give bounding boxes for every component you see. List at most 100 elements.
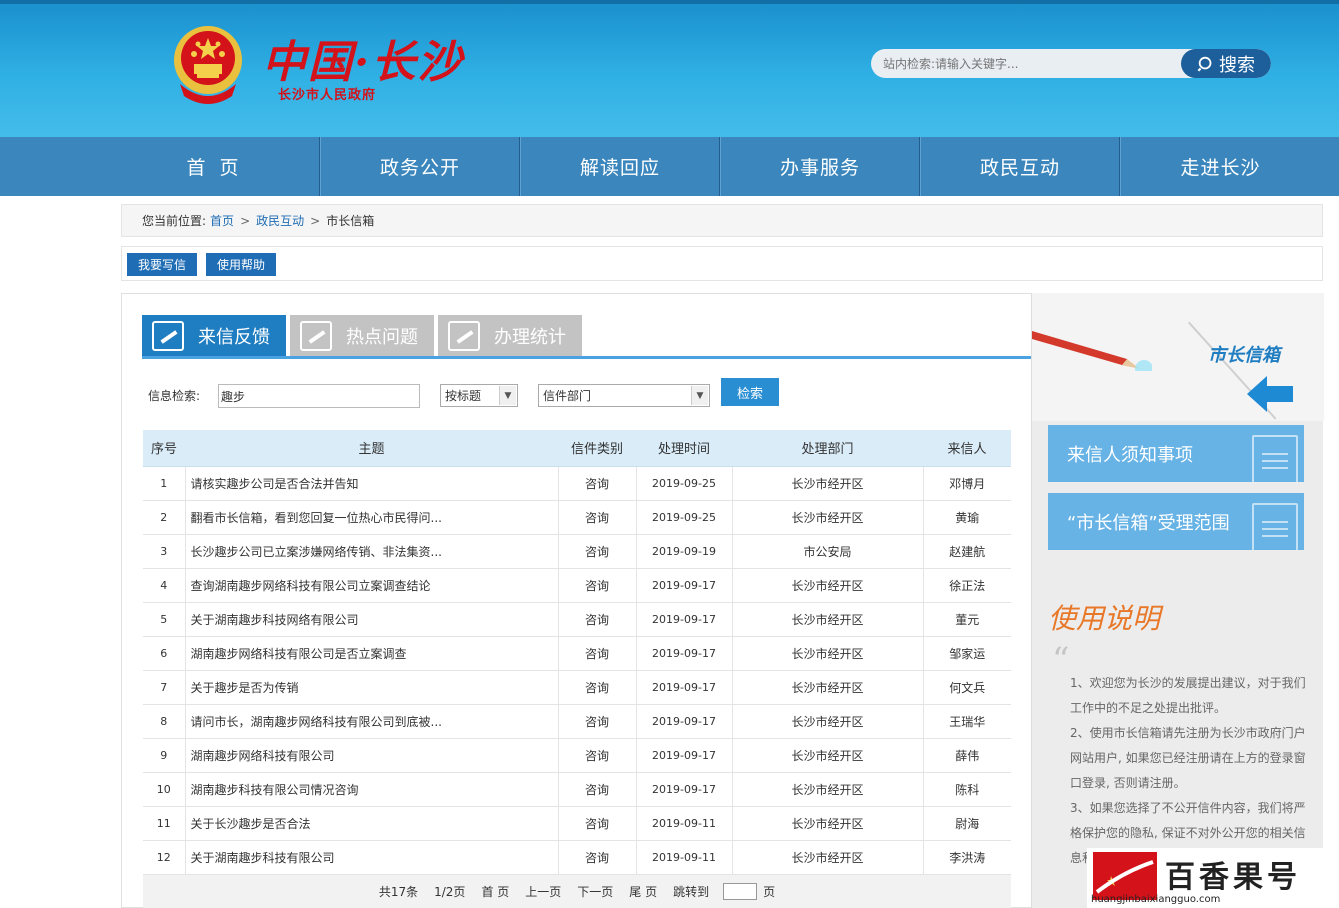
nav-item-interaction[interactable]: 政民互动: [920, 137, 1120, 196]
tab-hot-issues[interactable]: 热点问题: [290, 315, 434, 357]
cell-subject[interactable]: 翻看市长信箱，看到您回复一位热心市民得问...: [185, 500, 559, 535]
cell-index: 1: [143, 466, 186, 501]
pen-icon: [448, 321, 480, 351]
cell-department: 长沙市经开区: [732, 704, 924, 739]
search-button-label: 搜索: [1219, 54, 1255, 76]
tab-underline: [142, 356, 1032, 359]
search-button[interactable]: 搜索: [1181, 49, 1271, 78]
cell-category: 咨询: [558, 670, 637, 705]
cell-date: 2019-09-25: [636, 466, 733, 501]
cell-subject[interactable]: 关于趣步是否为传销: [185, 670, 559, 705]
tab-feedback[interactable]: 来信反馈: [142, 315, 286, 357]
col-header-category: 信件类别: [558, 430, 636, 467]
help-button[interactable]: 使用帮助: [206, 253, 276, 276]
col-header-sender: 来信人: [923, 430, 1011, 467]
tab-statistics[interactable]: 办理统计: [438, 315, 582, 357]
cell-subject[interactable]: 湖南趣步网络科技有限公司是否立案调查: [185, 636, 559, 671]
cell-category: 咨询: [558, 636, 637, 671]
nav-item-home[interactable]: 首页: [120, 137, 320, 196]
filter-search-button[interactable]: 检索: [721, 378, 779, 406]
nav-item-interpretation[interactable]: 解读回应: [520, 137, 720, 196]
breadcrumb-home-link[interactable]: 首页: [210, 212, 234, 229]
col-header-index: 序号: [143, 430, 185, 467]
cell-department: 长沙市经开区: [732, 500, 924, 535]
pager-next-link[interactable]: 下一页: [577, 883, 613, 900]
cell-index: 12: [143, 840, 186, 875]
cell-sender: 赵建航: [923, 534, 1011, 569]
header-top-line: [0, 0, 1339, 4]
scope-button[interactable]: “市长信箱”受理范围: [1048, 493, 1304, 550]
cell-date: 2019-09-17: [636, 568, 733, 603]
cell-subject[interactable]: 湖南趣步科技有限公司情况咨询: [185, 772, 559, 807]
cell-category: 咨询: [558, 568, 637, 603]
cell-category: 咨询: [558, 772, 637, 807]
cell-date: 2019-09-17: [636, 738, 733, 773]
arrow-left-icon: [1247, 376, 1293, 412]
nav-item-gov-affairs[interactable]: 政务公开: [320, 137, 520, 196]
cell-category: 咨询: [558, 500, 637, 535]
write-letter-button[interactable]: 我要写信: [127, 253, 197, 276]
cell-sender: 徐正法: [923, 568, 1011, 603]
cell-sender: 陈科: [923, 772, 1011, 807]
usage-item: 2、使用市长信箱请先注册为长沙市政府门户网站用户, 如果您已经注册请在上方的登录…: [1070, 726, 1306, 790]
logo-title: 中国·长沙: [262, 37, 464, 88]
field-select[interactable]: 按标题 ▼: [440, 384, 518, 407]
filter-label: 信息检索:: [148, 389, 201, 403]
cell-category: 咨询: [558, 534, 637, 569]
breadcrumb: 您当前位置: 首页 > 政民互动 > 市长信箱: [121, 204, 1323, 237]
cell-subject[interactable]: 湖南趣步网络科技有限公司: [185, 738, 559, 773]
notice-button[interactable]: 来信人须知事项: [1048, 425, 1304, 482]
cell-subject[interactable]: 关于湖南趣步科技网络有限公司: [185, 602, 559, 637]
table-row: 4 查询湖南趣步网络科技有限公司立案调查结论 咨询 2019-09-17 长沙市经开区徐…: [143, 568, 1011, 603]
usage-list: 1、欢迎您为长沙的发展提出建议，对于我们工作中的不足之处提出批评。 2、使用市长…: [1070, 671, 1310, 871]
tab-label: 办理统计: [494, 327, 566, 348]
breadcrumb-separator: >: [310, 213, 321, 228]
cell-index: 2: [143, 500, 186, 535]
cell-subject[interactable]: 请核实趣步公司是否合法并告知: [185, 466, 559, 501]
pager-cell: 共17条 1/2页首 页上一页 下一页尾 页 跳转到 页: [143, 874, 1011, 908]
watermark-logo-icon: [1093, 852, 1157, 900]
keyword-input[interactable]: [218, 384, 420, 408]
usage-item: 1、欢迎您为长沙的发展提出建议，对于我们工作中的不足之处提出批评。: [1070, 676, 1306, 715]
cell-department: 长沙市经开区: [732, 466, 924, 501]
pager-jump-input[interactable]: [723, 882, 758, 900]
pager-jump-label: 跳转到: [673, 884, 710, 899]
nav-item-about-changsha[interactable]: 走进长沙: [1120, 137, 1320, 196]
search-input[interactable]: [871, 49, 1181, 78]
cell-department: 长沙市经开区: [732, 602, 924, 637]
pager-page-unit: 页: [763, 884, 776, 899]
cell-sender: 何文兵: [923, 670, 1011, 705]
cell-department: 长沙市经开区: [732, 840, 924, 875]
chevron-down-icon: ▼: [499, 386, 516, 405]
cell-subject[interactable]: 查询湖南趣步网络科技有限公司立案调查结论: [185, 568, 559, 603]
cell-category: 咨询: [558, 840, 637, 875]
main-nav: 首页 政务公开 解读回应 办事服务 政民互动 走进长沙: [0, 137, 1339, 196]
cell-category: 咨询: [558, 704, 637, 739]
department-select[interactable]: 信件部门 ▼: [538, 384, 710, 407]
table-row: 1 请核实趣步公司是否合法并告知 咨询 2019-09-25 长沙市经开区 邓博月: [143, 466, 1011, 501]
cell-department: 长沙市经开区: [732, 772, 924, 807]
col-header-date: 处理时间: [636, 430, 732, 467]
cell-department: 长沙市经开区: [732, 636, 924, 671]
pager-first-link[interactable]: 首 页: [481, 883, 509, 900]
action-bar: 我要写信 使用帮助: [121, 246, 1323, 281]
table-row: 8 请问市长，湖南趣步网络科技有限公司到底被... 咨询 2019-09-17 长沙市经…: [143, 704, 1011, 739]
pager-last-link[interactable]: 尾 页: [629, 883, 657, 900]
pager-page-info: 1/2页: [434, 884, 466, 899]
cell-subject[interactable]: 请问市长，湖南趣步网络科技有限公司到底被...: [185, 704, 559, 739]
pager: 共17条 1/2页首 页上一页 下一页尾 页 跳转到 页: [143, 882, 1011, 900]
cell-date: 2019-09-25: [636, 500, 733, 535]
cell-subject[interactable]: 关于湖南趣步科技有限公司: [185, 840, 559, 875]
breadcrumb-separator: >: [240, 213, 251, 228]
usage-title: 使用说明: [1048, 602, 1161, 635]
filter-bar: 信息检索: 按标题 ▼ 信件部门 ▼ 检索: [148, 378, 1028, 410]
id-card-icon: [1252, 503, 1298, 550]
nav-item-services[interactable]: 办事服务: [720, 137, 920, 196]
cell-subject[interactable]: 关于长沙趣步是否合法: [185, 806, 559, 841]
cell-subject[interactable]: 长沙趣步公司已立案涉嫌网络传销、非法集资...: [185, 534, 559, 569]
cell-category: 咨询: [558, 738, 637, 773]
pen-icon: [152, 321, 184, 351]
cell-index: 6: [143, 636, 186, 671]
pager-prev-link[interactable]: 上一页: [525, 883, 561, 900]
breadcrumb-section-link[interactable]: 政民互动: [256, 212, 304, 229]
